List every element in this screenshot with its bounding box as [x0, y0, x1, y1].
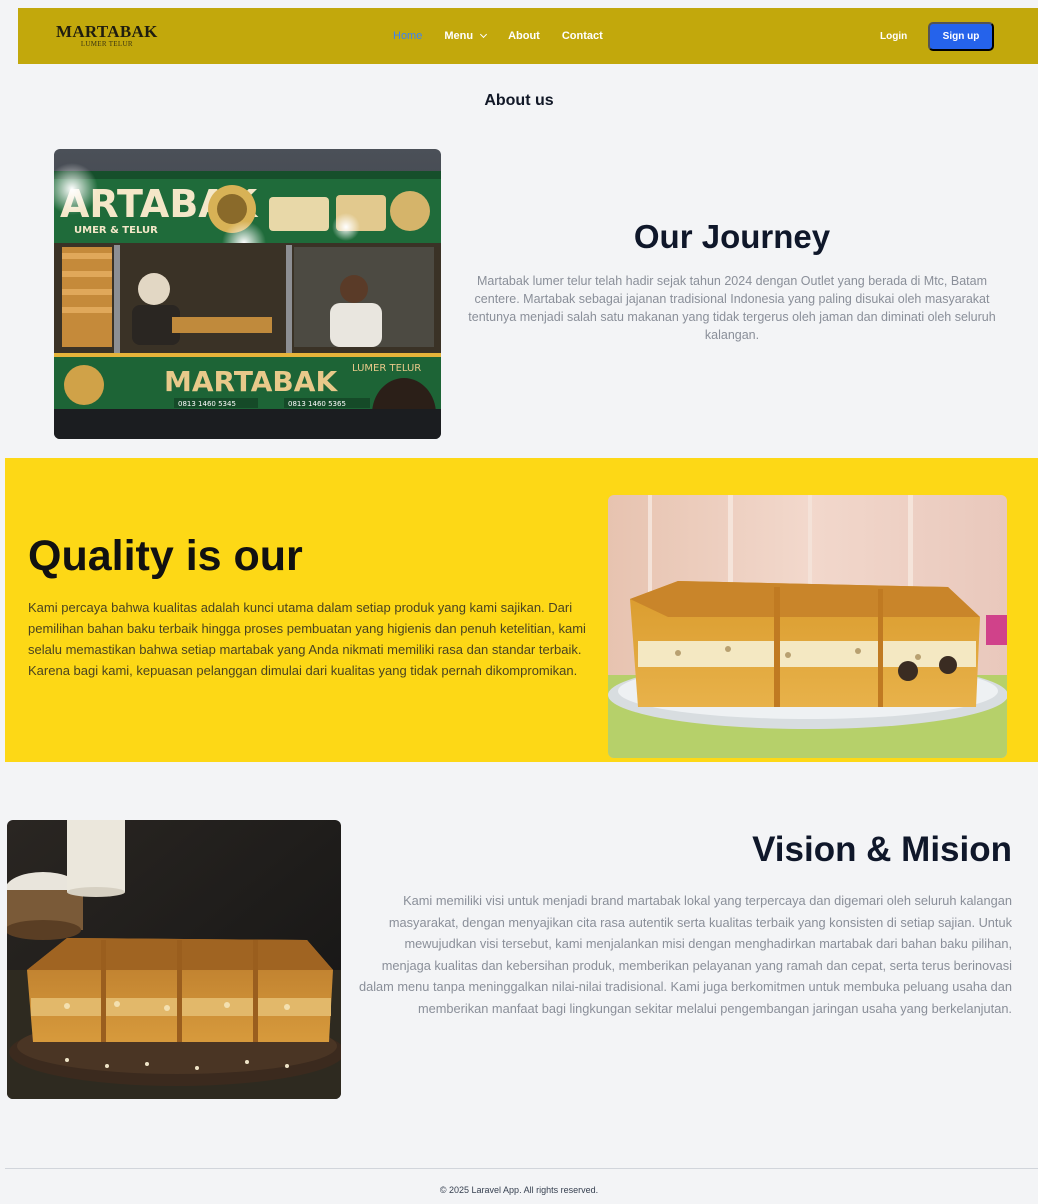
martabak-nuts-photo [7, 820, 341, 1099]
nav-link-menu[interactable]: Menu [444, 30, 488, 42]
nav-link-contact[interactable]: Contact [562, 30, 603, 42]
quality-title: Quality is our [28, 532, 303, 580]
stall-phone-2: 0813 1460 5365 [288, 400, 346, 408]
martabak-stall-photo: ARTABAK UMER & TELUR MARTABAK LUMER TELU… [54, 149, 441, 439]
stall-banner-top-sub: UMER & TELUR [74, 225, 158, 236]
stall-phone-1: 0813 1460 5345 [178, 400, 236, 408]
nav-link-menu-label: Menu [444, 30, 474, 42]
login-link[interactable]: Login [880, 31, 907, 42]
vision-text: Kami memiliki visi untuk menjadi brand m… [358, 893, 1012, 1016]
quality-text: Kami percaya bahwa kualitas adalah kunci… [28, 600, 586, 678]
brand-logo[interactable]: MARTABAK LUMER TELUR [56, 23, 158, 48]
brand-tagline: LUMER TELUR [80, 40, 133, 48]
martabak-cheese-photo [608, 495, 1007, 758]
nav-links: Home Menu About Contact [393, 8, 625, 64]
nav-link-home[interactable]: Home [393, 30, 422, 42]
brand-name: MARTABAK [56, 22, 158, 41]
footer-copyright: © 2025 Laravel App. All rights reserved. [439, 1185, 599, 1195]
chevron-down-icon [480, 30, 488, 39]
navbar: MARTABAK LUMER TELUR Home Menu About Con… [18, 8, 1038, 64]
journey-title: Our Journey [633, 218, 831, 255]
vision-title: Vision & Mision [752, 830, 1012, 869]
stall-banner-bottom-sub: LUMER TELUR [352, 363, 421, 374]
stall-banner-bottom: MARTABAK [164, 365, 338, 398]
page-title: About us [484, 92, 554, 109]
footer-divider [5, 1168, 1038, 1169]
journey-text: Martabak lumer telur telah hadir sejak t… [468, 274, 996, 342]
signup-button[interactable]: Sign up [928, 22, 994, 51]
nav-link-about[interactable]: About [508, 30, 540, 42]
